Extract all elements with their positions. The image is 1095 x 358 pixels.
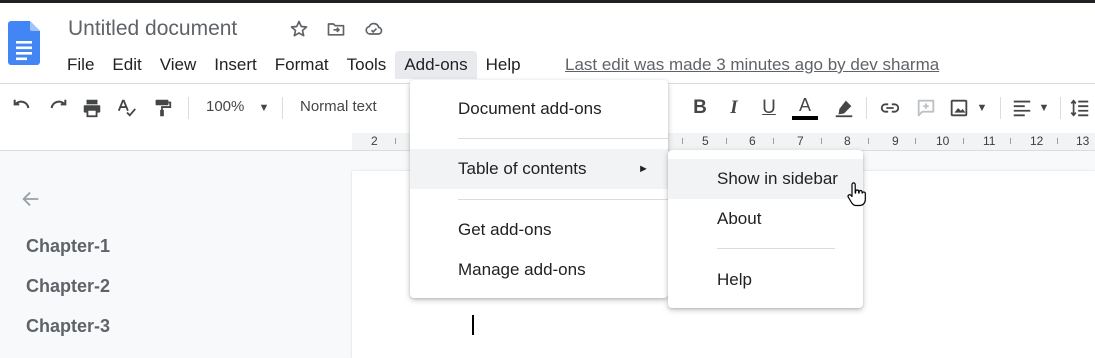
bold-icon[interactable]: B — [688, 96, 712, 120]
ruler-label: 12 — [1030, 134, 1044, 148]
undo-icon[interactable] — [10, 96, 34, 120]
menu-separator — [717, 248, 835, 249]
chevron-down-icon[interactable]: ▼ — [970, 96, 994, 120]
menubar: File Edit View Insert Format Tools Add-o… — [58, 50, 530, 80]
ruler-label: 8 — [844, 134, 851, 148]
toolbar-separator — [282, 97, 283, 119]
ruler-label: 9 — [892, 134, 899, 148]
hand-pointer-icon — [847, 182, 866, 207]
line-spacing-icon[interactable] — [1068, 96, 1092, 120]
underline-icon[interactable]: U — [757, 96, 781, 120]
chevron-down-icon[interactable]: ▼ — [252, 96, 276, 120]
align-left-icon[interactable] — [1010, 96, 1034, 120]
star-icon[interactable] — [288, 18, 310, 40]
ruler-tick — [682, 138, 683, 144]
toolbar-separator — [1000, 97, 1001, 119]
toolbar-separator — [866, 97, 867, 119]
menu-format[interactable]: Format — [266, 51, 338, 79]
menu-item-about[interactable]: About — [668, 199, 863, 239]
menu-separator — [458, 138, 668, 139]
menu-view[interactable]: View — [151, 51, 206, 79]
toolbar-separator — [188, 97, 189, 119]
menu-item-get-add-ons[interactable]: Get add-ons — [410, 210, 668, 250]
menu-item-help[interactable]: Help — [668, 260, 863, 300]
add-ons-menu: Document add-ons Table of contents ► Get… — [410, 80, 668, 298]
outline-item-chapter-2[interactable]: Chapter-2 — [26, 276, 110, 297]
cloud-saved-icon[interactable] — [363, 18, 385, 40]
add-comment-icon[interactable] — [914, 96, 938, 120]
italic-icon[interactable]: I — [722, 96, 746, 120]
menu-item-document-add-ons[interactable]: Document add-ons — [410, 89, 668, 129]
zoom-select[interactable]: 100% — [206, 98, 244, 115]
ruler-tick — [726, 138, 727, 144]
chevron-down-icon[interactable]: ▼ — [1032, 96, 1056, 120]
ruler-label: 5 — [702, 134, 709, 148]
document-title[interactable]: Untitled document — [68, 17, 237, 41]
menu-item-label: Table of contents — [458, 159, 587, 178]
highlight-color-icon[interactable] — [832, 96, 856, 120]
move-to-folder-icon[interactable] — [325, 18, 347, 40]
text-color-icon[interactable]: A — [792, 96, 818, 120]
table-of-contents-submenu: Show in sidebar About Help — [668, 150, 863, 308]
ruler-tick — [395, 138, 396, 144]
ruler-tick — [773, 138, 774, 144]
text-cursor — [472, 315, 474, 335]
ruler-label: 6 — [749, 134, 756, 148]
spelling-check-icon[interactable] — [115, 96, 139, 120]
ruler-tick — [915, 138, 916, 144]
menu-item-table-of-contents[interactable]: Table of contents ► — [410, 149, 668, 189]
menu-item-manage-add-ons[interactable]: Manage add-ons — [410, 250, 668, 290]
back-arrow-icon[interactable] — [20, 188, 42, 210]
menu-insert[interactable]: Insert — [205, 51, 266, 79]
ruler-tick — [1010, 138, 1011, 144]
menu-edit[interactable]: Edit — [103, 51, 150, 79]
menu-tools[interactable]: Tools — [338, 51, 396, 79]
paragraph-style-select[interactable]: Normal text — [300, 98, 377, 115]
docs-logo-icon[interactable] — [8, 21, 40, 65]
ruler-tick — [963, 138, 964, 144]
submenu-arrow-icon: ► — [638, 163, 649, 175]
ruler-label: 7 — [797, 134, 804, 148]
ruler-tick — [1057, 138, 1058, 144]
paint-format-icon[interactable] — [150, 96, 174, 120]
print-icon[interactable] — [80, 96, 104, 120]
menu-separator — [458, 199, 668, 200]
menu-file[interactable]: File — [58, 51, 103, 79]
ruler-tick — [821, 138, 822, 144]
menu-add-ons[interactable]: Add-ons — [395, 51, 477, 79]
redo-icon[interactable] — [46, 96, 70, 120]
outline-item-chapter-1[interactable]: Chapter-1 — [26, 236, 110, 257]
ruler-label: 2 — [371, 134, 378, 148]
ruler-label: 10 — [936, 134, 950, 148]
ruler-tick — [868, 138, 869, 144]
ruler-label: 11 — [983, 134, 996, 148]
menu-item-show-in-sidebar[interactable]: Show in sidebar — [668, 159, 863, 199]
insert-link-icon[interactable] — [878, 96, 902, 120]
toolbar-separator — [1060, 97, 1061, 119]
insert-image-icon[interactable] — [947, 96, 971, 120]
last-edit-link[interactable]: Last edit was made 3 minutes ago by dev … — [565, 55, 939, 75]
menu-help[interactable]: Help — [477, 51, 530, 79]
outline-item-chapter-3[interactable]: Chapter-3 — [26, 316, 110, 337]
window-top-border — [0, 0, 1095, 3]
ruler-label: 13 — [1076, 134, 1090, 148]
